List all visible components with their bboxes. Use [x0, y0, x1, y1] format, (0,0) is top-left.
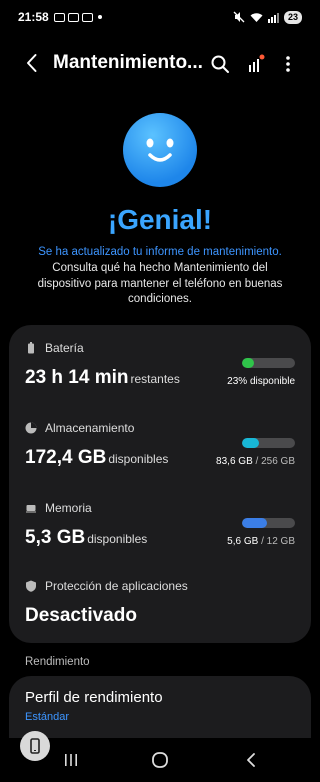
- app-protection-value: Desactivado: [25, 605, 137, 626]
- search-button[interactable]: [208, 52, 232, 76]
- play-icon: [81, 12, 93, 22]
- memory-label-row: Memoria: [25, 501, 295, 515]
- more-options-button[interactable]: [276, 52, 300, 76]
- more-vert-icon: [286, 56, 290, 72]
- wifi-icon: [250, 12, 263, 22]
- battery-label-row: Batería: [25, 341, 295, 355]
- memory-progress-bar: [242, 518, 295, 528]
- memory-progress-fill: [242, 518, 267, 528]
- back-nav-icon: [247, 753, 255, 767]
- memory-chip-icon: [26, 505, 36, 513]
- storage-used: 83,6 GB: [216, 456, 253, 467]
- youtube-icon: [53, 12, 65, 22]
- memory-unit: disponibles: [87, 532, 148, 546]
- back-arrow-icon: [27, 54, 37, 72]
- performance-profile-title: Perfil de rendimiento: [25, 689, 163, 706]
- app-protection-label-row: Protección de aplicaciones: [25, 579, 295, 593]
- more-notifications-icon: [97, 15, 102, 19]
- status-time: 21:58: [18, 10, 49, 24]
- battery-row[interactable]: Batería 23 h 14 min restantes 23% disponi…: [25, 341, 295, 401]
- phone-device-icon: [30, 738, 40, 754]
- storage-row[interactable]: Almacenamiento 172,4 GB disponibles 83,6 …: [25, 421, 295, 481]
- report-updated-text: Se ha actualizado tu informe de mantenim…: [38, 246, 282, 258]
- storage-total: / 256 GB: [255, 456, 295, 467]
- storage-label: Almacenamiento: [45, 421, 135, 435]
- search-icon: [211, 55, 229, 73]
- cell-signal-icon: [267, 12, 279, 23]
- battery-unit: restantes: [130, 372, 180, 386]
- memory-available: 5,3 GB: [25, 527, 86, 548]
- storage-caption: 83,6 GB / 256 GB: [216, 456, 295, 467]
- memory-row[interactable]: Memoria 5,3 GB disponibles 5,6 GB / 12 GB: [25, 501, 295, 561]
- smiley-face-graphic: [146, 138, 174, 162]
- app-bar: Mantenimiento...: [0, 44, 320, 84]
- memory-label: Memoria: [45, 501, 92, 515]
- shield-icon: [26, 580, 36, 592]
- storage-available: 172,4 GB: [25, 447, 107, 468]
- screenshot-icon: [67, 12, 79, 22]
- app-protection-row[interactable]: Protección de aplicaciones Desactivado: [25, 579, 295, 634]
- recent-apps-button[interactable]: [59, 748, 83, 772]
- back-button[interactable]: [22, 52, 44, 74]
- recent-apps-icon: [65, 754, 77, 766]
- signal-notify-icon: [249, 54, 265, 72]
- battery-label: Batería: [45, 341, 84, 355]
- app-protection-label: Protección de aplicaciones: [45, 579, 188, 593]
- storage-progress-fill: [242, 438, 260, 448]
- mute-icon: [233, 11, 245, 23]
- status-right: 23: [233, 10, 302, 24]
- performance-section-label: Rendimiento: [25, 656, 90, 668]
- description-text: Consulta qué ha hecho Mantenimiento del …: [37, 262, 283, 305]
- battery-progress-fill: [242, 358, 255, 368]
- floating-phone-button[interactable]: [20, 731, 50, 761]
- memory-total: / 12 GB: [261, 536, 295, 547]
- battery-caption: 23% disponible: [227, 376, 295, 387]
- battery-indicator: 23: [283, 10, 302, 24]
- battery-progress-bar: [242, 358, 295, 368]
- performance-profile-item[interactable]: Perfil de rendimiento Estándar: [9, 676, 311, 740]
- page-title: Mantenimiento...: [53, 52, 203, 73]
- storage-unit: disponibles: [108, 452, 169, 466]
- status-headline: ¡Genial!: [107, 204, 213, 235]
- memory-caption: 5,6 GB / 12 GB: [227, 536, 295, 547]
- back-nav-button[interactable]: [239, 748, 263, 772]
- status-left: 21:58: [18, 10, 102, 24]
- memory-used: 5,6 GB: [227, 536, 259, 547]
- maintenance-summary-card: Batería 23 h 14 min restantes 23% disponi…: [9, 325, 311, 643]
- storage-label-row: Almacenamiento: [25, 421, 295, 435]
- smiley-face-icon: [123, 113, 197, 187]
- home-button[interactable]: [148, 748, 172, 772]
- battery-time: 23 h 14 min: [25, 367, 129, 388]
- diagnostics-button[interactable]: [244, 52, 268, 76]
- notification-icons: [53, 12, 102, 22]
- battery-icon: [28, 342, 34, 354]
- home-icon: [152, 752, 168, 768]
- storage-progress-bar: [242, 438, 295, 448]
- performance-profile-value: Estándar: [25, 711, 70, 723]
- status-bar: 21:58 23: [0, 0, 320, 34]
- storage-pie-icon: [25, 422, 37, 434]
